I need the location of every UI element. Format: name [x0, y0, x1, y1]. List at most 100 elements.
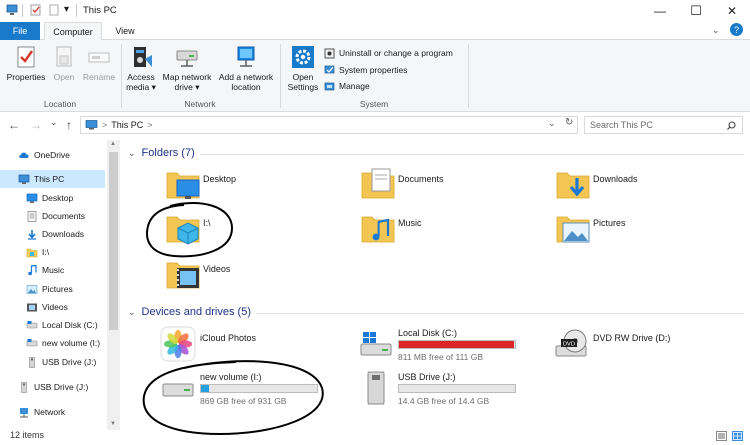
downloads-folder-icon	[555, 166, 591, 202]
nav-item[interactable]: Network	[0, 403, 105, 421]
address-bar[interactable]: > This PC >	[80, 116, 578, 134]
drives-section-header[interactable]: ⌄ Devices and drives (5)	[128, 306, 251, 318]
folder-label: I:\	[203, 218, 211, 228]
nav-item-label: Local Disk (C:)	[42, 320, 98, 330]
nav-item-label: Downloads	[42, 229, 85, 239]
open-settings-button[interactable]: Open Settings	[284, 44, 322, 92]
folder-tile[interactable]: Documents	[360, 166, 550, 206]
drive-free-space: 14.4 GB free of 14.4 GB	[398, 396, 490, 406]
folder-tile[interactable]: Desktop	[165, 166, 355, 206]
drive-tile[interactable]: Local Disk (C:) 811 MB free of 111 GB	[358, 326, 543, 366]
access-media-label-1: Access	[127, 72, 155, 82]
nav-item[interactable]: Videos	[0, 298, 105, 316]
forward-button[interactable]: →	[30, 118, 42, 132]
nav-item[interactable]: OneDrive	[0, 146, 105, 164]
drive-name: Local Disk (C:)	[398, 328, 458, 338]
nav-item[interactable]: I:\	[0, 243, 105, 261]
drive-tile[interactable]: new volume (I:) 869 GB free of 931 GB	[160, 370, 345, 410]
nav-item[interactable]: Music	[0, 261, 105, 279]
title-separator	[76, 4, 77, 17]
search-icon[interactable]	[727, 121, 736, 130]
open-icon	[56, 46, 72, 67]
recent-locations-button[interactable]: ⌄	[50, 117, 58, 128]
add-location-label-2: location	[231, 82, 261, 92]
minimize-button[interactable]: —	[642, 0, 678, 22]
add-network-location-button[interactable]: Add a network location	[216, 44, 276, 92]
up-button[interactable]: ↑	[66, 118, 72, 132]
access-media-button[interactable]: Access media ▾	[124, 44, 158, 92]
collapse-chevron-icon[interactable]: ⌄	[128, 148, 136, 159]
nav-item[interactable]: USB Drive (J:)	[0, 353, 105, 371]
drive-tile[interactable]: USB Drive (J:) 14.4 GB free of 14.4 GB	[358, 370, 543, 410]
qat-dropdown[interactable]: ▾	[64, 4, 69, 15]
back-button[interactable]: ←	[8, 118, 20, 132]
system-properties-button[interactable]: System properties	[324, 63, 408, 77]
nav-item-label: I:\	[42, 247, 50, 257]
folder-tile[interactable]: Pictures	[555, 210, 745, 250]
access-media-label-2: media ▾	[126, 82, 156, 92]
address-dropdown-button[interactable]: ⌄	[548, 118, 556, 129]
folder-label: Music	[398, 218, 422, 228]
nav-scrollbar-thumb[interactable]	[109, 152, 118, 330]
tab-file[interactable]: File	[0, 22, 40, 40]
expand-ribbon-icon[interactable]: ⌄	[712, 25, 720, 36]
folder-tile[interactable]: Music	[360, 210, 550, 250]
new-folder-icon[interactable]	[48, 4, 60, 16]
properties-button[interactable]: Properties	[4, 44, 48, 82]
drive-tile[interactable]: iCloud Photos	[160, 326, 345, 366]
folder-tile[interactable]: Videos	[165, 256, 355, 296]
navigation-pane: OneDrive This PC Desktop Documents Downloads…	[0, 140, 120, 430]
scroll-up-arrow[interactable]: ▲	[110, 141, 116, 147]
open-label: Open	[53, 72, 75, 82]
close-button[interactable]: ✕	[714, 0, 750, 22]
cloud-icon	[18, 150, 30, 161]
network-icon	[18, 407, 30, 418]
documents-folder-icon	[360, 166, 396, 202]
large-icons-view-icon[interactable]	[732, 431, 743, 441]
search-box[interactable]: Search This PC	[584, 116, 743, 134]
help-button[interactable]: ?	[730, 23, 743, 36]
nav-item[interactable]: Desktop	[0, 189, 105, 207]
nav-item[interactable]: Documents	[0, 207, 105, 225]
uninstall-label: Uninstall or change a program	[339, 48, 453, 58]
this-pc-icon	[85, 120, 98, 130]
nav-item-label: Desktop	[42, 193, 74, 203]
folder-tile[interactable]: I:\	[165, 210, 355, 250]
nav-item[interactable]: Downloads	[0, 225, 105, 243]
breadcrumb-separator[interactable]: >	[102, 120, 107, 130]
folder-tile[interactable]: Downloads	[555, 166, 745, 206]
nav-item[interactable]: new volume (I:)	[0, 334, 105, 352]
details-view-icon[interactable]	[716, 431, 727, 441]
uninstall-program-button[interactable]: Uninstall or change a program	[324, 46, 453, 60]
nav-item-label: Pictures	[42, 284, 73, 294]
nav-item-label: new volume (I:)	[42, 338, 101, 348]
maximize-button[interactable]: ☐	[678, 0, 714, 22]
svg-text:DVD: DVD	[563, 342, 575, 348]
drive-tile[interactable]: DVD DVD RW Drive (D:)	[553, 326, 738, 366]
open-button[interactable]: Open	[48, 44, 80, 82]
nav-item[interactable]: USB Drive (J:)	[0, 378, 105, 396]
add-location-label-1: Add a network	[218, 72, 274, 82]
collapse-chevron-icon[interactable]: ⌄	[128, 307, 136, 318]
scroll-down-arrow[interactable]: ▼	[110, 421, 116, 427]
folders-section-header[interactable]: ⌄ Folders (7)	[128, 147, 195, 159]
properties-check-icon[interactable]	[30, 4, 42, 16]
section-divider	[256, 313, 744, 314]
drive-name: new volume (I:)	[200, 372, 262, 382]
breadcrumb-this-pc[interactable]: This PC	[111, 120, 143, 130]
nav-item[interactable]: This PC	[0, 170, 105, 188]
nav-item-label: Music	[42, 265, 65, 275]
icloud-photos-icon	[160, 326, 196, 362]
drive-icon	[26, 320, 38, 331]
nav-item[interactable]: Pictures	[0, 280, 105, 298]
breadcrumb-separator[interactable]: >	[147, 120, 152, 130]
tab-view[interactable]: View	[106, 22, 144, 40]
manage-button[interactable]: Manage	[324, 79, 370, 93]
tab-computer[interactable]: Computer	[44, 22, 102, 41]
rename-button[interactable]: Rename	[80, 44, 118, 82]
map-network-drive-button[interactable]: Map network drive ▾	[158, 44, 216, 92]
usb-drive-icon	[358, 370, 394, 406]
nav-item[interactable]: Local Disk (C:)	[0, 316, 105, 334]
refresh-button[interactable]: ↻	[565, 117, 573, 128]
properties-label: Properties	[6, 72, 46, 82]
